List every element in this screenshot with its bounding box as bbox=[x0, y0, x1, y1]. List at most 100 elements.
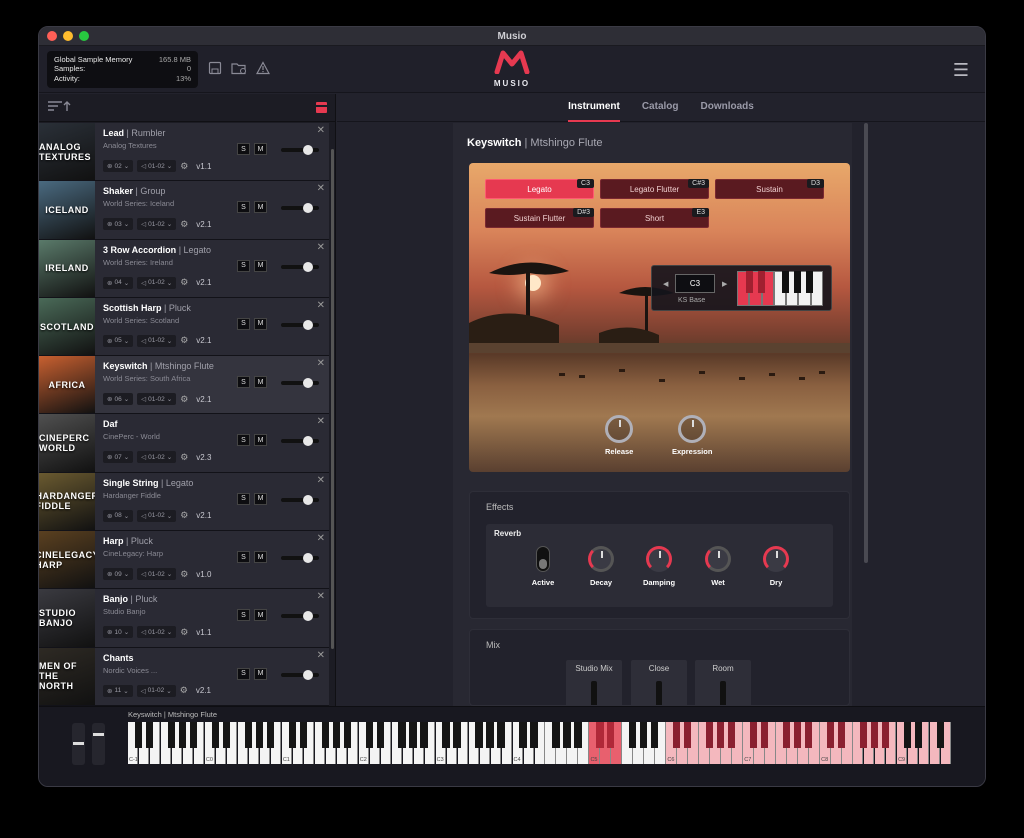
keyswitch-button[interactable]: Short E3 bbox=[600, 208, 709, 228]
gear-icon[interactable]: ⚙ bbox=[180, 394, 188, 405]
piano-black-key[interactable] bbox=[717, 722, 725, 748]
output-select[interactable]: ◁ 01-02 ⌄ bbox=[137, 276, 177, 289]
solo-button[interactable]: S bbox=[237, 492, 250, 505]
instrument-row[interactable]: SCOTLAND Scottish Harp | Pluck World Serie… bbox=[39, 297, 329, 357]
keyswitch-button[interactable]: Sustain D3 bbox=[715, 179, 824, 199]
volume-slider[interactable] bbox=[281, 145, 319, 155]
output-select[interactable]: ◁ 01-02 ⌄ bbox=[137, 160, 177, 172]
instrument-row[interactable]: MEN OF THE NORTH Chants Nordic Voices ... ⊛… bbox=[39, 647, 329, 706]
instrument-row[interactable]: CINEPERC WORLD Daf CinePerc - World ⊛ 07 ⌄ ◁ 01… bbox=[39, 414, 329, 473]
mini-black-key[interactable] bbox=[794, 271, 801, 293]
piano-black-key[interactable] bbox=[244, 722, 252, 748]
gear-icon[interactable]: ⚙ bbox=[180, 569, 188, 580]
volume-handle[interactable] bbox=[303, 611, 313, 622]
mute-button[interactable]: M bbox=[254, 201, 267, 214]
piano-black-key[interactable] bbox=[420, 722, 428, 748]
piano-black-key[interactable] bbox=[651, 722, 659, 748]
piano-black-key[interactable] bbox=[936, 722, 945, 748]
piano-black-key[interactable] bbox=[826, 722, 835, 748]
volume-handle[interactable] bbox=[303, 669, 313, 680]
close-window-button[interactable] bbox=[47, 31, 57, 41]
volume-slider[interactable] bbox=[281, 319, 319, 330]
piano-black-key[interactable] bbox=[321, 722, 329, 748]
minimize-window-button[interactable] bbox=[63, 31, 73, 41]
piano-black-key[interactable] bbox=[343, 722, 351, 748]
mute-button[interactable]: M bbox=[254, 259, 267, 272]
remove-instrument-icon[interactable]: ✕ bbox=[317, 475, 325, 486]
ks-base-value[interactable]: C3 bbox=[675, 274, 715, 293]
load-folder-icon[interactable] bbox=[231, 61, 247, 78]
pitch-wheel[interactable] bbox=[72, 723, 85, 765]
piano-black-key[interactable] bbox=[607, 722, 615, 748]
piano-black-key[interactable] bbox=[629, 722, 637, 748]
mute-button[interactable]: M bbox=[254, 667, 267, 680]
piano-black-key[interactable] bbox=[409, 722, 417, 748]
save-icon[interactable] bbox=[208, 61, 222, 78]
midi-channel-select[interactable]: ⊛ 10 ⌄ bbox=[103, 626, 134, 639]
remove-instrument-icon[interactable]: ✕ bbox=[317, 358, 325, 369]
volume-handle[interactable] bbox=[303, 203, 313, 214]
volume-handle[interactable] bbox=[303, 494, 313, 505]
gear-icon[interactable]: ⚙ bbox=[180, 219, 188, 230]
output-select[interactable]: ◁ 01-02 ⌄ bbox=[137, 218, 177, 231]
solo-button[interactable]: S bbox=[237, 317, 250, 330]
piano-black-key[interactable] bbox=[189, 722, 197, 748]
instrument-row[interactable]: IRELAND 3 Row Accordion | Legato World Ser… bbox=[39, 239, 329, 298]
piano-black-key[interactable] bbox=[211, 722, 219, 748]
damping-knob[interactable]: Damping bbox=[634, 546, 684, 587]
output-select[interactable]: ◁ 01-02 ⌄ bbox=[137, 568, 177, 581]
piano-black-key[interactable] bbox=[914, 722, 923, 748]
piano-black-key[interactable] bbox=[903, 722, 912, 748]
solo-button[interactable]: S bbox=[237, 376, 250, 389]
piano-black-key[interactable] bbox=[881, 722, 890, 748]
instrument-row[interactable]: AFRICA Keyswitch | Mtshingo Flute World Se… bbox=[39, 356, 329, 415]
output-select[interactable]: ◁ 01-02 ⌄ bbox=[137, 509, 177, 522]
volume-handle[interactable] bbox=[303, 319, 313, 330]
piano-black-key[interactable] bbox=[178, 722, 186, 748]
release-knob-dial[interactable] bbox=[605, 415, 634, 443]
piano-black-key[interactable] bbox=[376, 722, 384, 748]
instrument-row[interactable]: CINELEGACY HARPHarp | PluckCineLegacy: H… bbox=[39, 531, 329, 590]
output-select[interactable]: ◁ 01-02 ⌄ bbox=[136, 684, 176, 697]
volume-handle[interactable] bbox=[303, 436, 313, 447]
decay-knob-dial[interactable] bbox=[588, 546, 614, 572]
piano-black-key[interactable] bbox=[574, 722, 582, 748]
gear-icon[interactable]: ⚙ bbox=[180, 627, 188, 638]
remove-instrument-icon[interactable]: ✕ bbox=[317, 125, 325, 136]
piano-black-key[interactable] bbox=[859, 722, 868, 748]
remove-instrument-icon[interactable]: ✕ bbox=[317, 300, 325, 311]
instrument-row[interactable]: ICELAND Shaker | Group World Series: Icela… bbox=[39, 181, 329, 240]
gear-icon[interactable]: ⚙ bbox=[180, 277, 188, 288]
mini-black-key[interactable] bbox=[758, 271, 765, 293]
keyswitch-button[interactable]: Legato Flutter C#3 bbox=[600, 179, 709, 199]
gear-icon[interactable]: ⚙ bbox=[180, 452, 188, 463]
gear-icon[interactable]: ⚙ bbox=[180, 510, 188, 521]
midi-channel-select[interactable]: ⊛ 05 ⌄ bbox=[103, 334, 134, 347]
gear-icon[interactable]: ⚙ bbox=[180, 685, 188, 696]
piano-black-key[interactable] bbox=[563, 722, 571, 748]
mini-black-key[interactable] bbox=[746, 271, 753, 293]
mix-fader[interactable] bbox=[591, 681, 597, 705]
mix-fader[interactable] bbox=[656, 681, 662, 705]
mute-button[interactable]: M bbox=[254, 317, 267, 330]
dry-knob-dial[interactable] bbox=[763, 546, 789, 572]
piano-black-key[interactable] bbox=[870, 722, 879, 748]
piano-black-key[interactable] bbox=[497, 722, 505, 748]
mute-button[interactable]: M bbox=[254, 376, 267, 389]
solo-button[interactable]: S bbox=[237, 551, 250, 564]
mod-wheel[interactable] bbox=[92, 723, 105, 765]
tab-downloads[interactable]: Downloads bbox=[701, 101, 754, 114]
tab-instrument[interactable]: Instrument bbox=[568, 101, 620, 122]
midi-channel-select[interactable]: ⊛ 09 ⌄ bbox=[103, 568, 134, 581]
volume-handle[interactable] bbox=[303, 553, 313, 564]
output-select[interactable]: ◁ 01-02 ⌄ bbox=[137, 334, 177, 347]
volume-slider[interactable] bbox=[281, 553, 319, 564]
solo-button[interactable]: S bbox=[237, 201, 250, 214]
piano-black-key[interactable] bbox=[167, 722, 176, 748]
piano-black-key[interactable] bbox=[255, 722, 263, 748]
volume-handle[interactable] bbox=[303, 378, 313, 389]
wet-knob[interactable]: Wet bbox=[693, 546, 743, 587]
midi-channel-select[interactable]: ⊛ 11 ⌄ bbox=[103, 684, 133, 697]
piano-black-key[interactable] bbox=[365, 722, 373, 748]
remove-instrument-icon[interactable]: ✕ bbox=[317, 533, 325, 544]
